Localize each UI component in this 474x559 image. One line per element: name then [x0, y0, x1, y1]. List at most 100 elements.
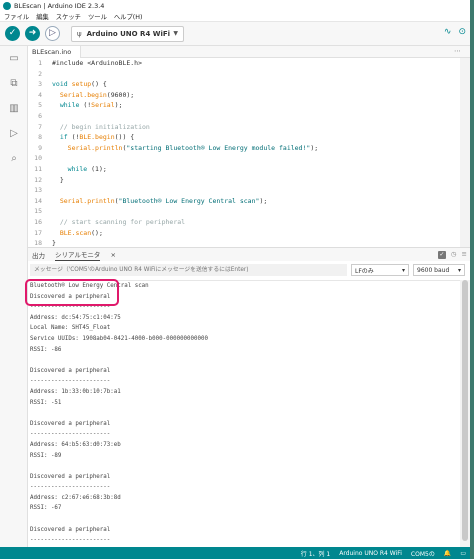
debug-sidebar-icon[interactable]: ▷ — [0, 121, 28, 146]
search-icon[interactable]: ⌕ — [0, 146, 28, 171]
code-token: (1); — [87, 164, 107, 173]
menu-sketch[interactable]: スケッチ — [56, 12, 81, 21]
code-text: Serial.println("starting Bluetooth® Low … — [52, 143, 318, 154]
scrollbar-thumb[interactable] — [462, 280, 468, 541]
code-token: Serial.println — [59, 196, 115, 205]
line-number: 8 — [38, 133, 42, 142]
code-token: () { — [91, 80, 107, 89]
line-number: 13 — [34, 186, 42, 195]
folder-icon[interactable]: ▭ — [0, 46, 28, 71]
status-board: Arduino UNO R4 WiFi — [339, 549, 402, 557]
serial-line — [30, 514, 460, 525]
line-number: 7 — [38, 122, 42, 131]
code-token: // start scanning for peripheral — [52, 217, 186, 226]
serial-plotter-icon[interactable]: ∿ — [444, 27, 452, 37]
serial-line: Address: c2:67:e6:68:3b:8d — [30, 494, 121, 501]
code-token: "starting Bluetooth® Low Energy module f… — [126, 143, 311, 152]
code-editor[interactable]: 1 #include <ArduinoBLE.h> 2 3 void setup() {… — [28, 58, 460, 247]
code-line: 9 Serial.println("starting Bluetooth® Lo… — [28, 143, 460, 154]
serial-scrollbar[interactable] — [460, 280, 470, 547]
debug-button[interactable]: ▷ — [45, 26, 60, 41]
code-text: Serial.println("Bluetooth® Low Energy Ce… — [52, 196, 267, 207]
code-token: } — [52, 239, 56, 247]
code-line: 12 } — [28, 175, 460, 186]
code-token: (! — [67, 133, 80, 142]
toolbar: ✓ ➜ ▷ ψ Arduino UNO R4 WiFi ▼ ∿ ⊙ — [0, 22, 470, 46]
code-token: setup — [71, 80, 92, 89]
tab-serial-monitor[interactable]: シリアルモニタ — [55, 249, 101, 261]
code-token: "Bluetooth® Low Energy Central scan" — [118, 196, 260, 205]
panel-toggle-icon[interactable]: ▭ — [460, 550, 466, 557]
code-text: BLE.scan(); — [52, 228, 103, 239]
code-text: // begin initialization — [52, 122, 150, 133]
line-number: 5 — [38, 101, 42, 110]
baud-rate-select[interactable]: 9600 baud ▾ — [413, 264, 465, 276]
code-token: ); — [259, 196, 268, 205]
code-text: #include <ArduinoBLE.h> — [52, 58, 142, 69]
chevron-down-icon: ▼ — [173, 30, 178, 37]
window-title: BLEscan | Arduino IDE 2.3.4 — [14, 2, 105, 10]
library-icon[interactable]: ▥ — [0, 96, 28, 121]
code-line: 18} — [28, 238, 460, 247]
upload-button[interactable]: ➜ — [25, 26, 40, 41]
serial-line — [30, 461, 460, 472]
code-line: 16 // start scanning for peripheral — [28, 217, 460, 228]
code-token: while — [59, 101, 80, 110]
serial-line: ----------------------- — [30, 537, 111, 544]
serial-line: RSSI: -67 — [30, 505, 62, 512]
cursor-position: 行 1、列 1 — [300, 550, 331, 558]
code-line: 4 Serial.begin(9600); — [28, 90, 460, 101]
code-line: 2 — [28, 69, 460, 80]
code-text: if (!BLE.begin()) { — [52, 132, 134, 143]
autoscroll-icon[interactable]: ✓ — [437, 251, 446, 259]
line-number: 14 — [34, 196, 42, 205]
code-token: Serial.begin — [59, 90, 107, 99]
serial-line: Discovered a peripheral — [30, 526, 111, 533]
serial-line: ----------------------- — [30, 484, 111, 491]
code-token: Serial.println — [67, 143, 123, 152]
menu-tools[interactable]: ツール — [88, 12, 107, 21]
serial-message-input[interactable] — [30, 264, 347, 276]
serial-line: ----------------------- — [30, 378, 111, 385]
verify-button[interactable]: ✓ — [5, 26, 20, 41]
code-line: 11 while (1); — [28, 164, 460, 175]
check-icon: ✓ — [8, 28, 17, 38]
code-token: BLE.begin — [79, 133, 115, 142]
code-token: #include <ArduinoBLE.h> — [52, 59, 143, 67]
tab-output[interactable]: 出力 — [32, 250, 45, 260]
chevron-down-icon: ▾ — [401, 266, 405, 274]
line-ending-select[interactable]: LFのみ ▾ — [351, 264, 409, 276]
code-token: if — [59, 133, 68, 142]
serial-line: Address: dc:54:75:c1:04:75 — [30, 314, 121, 321]
code-token: (9600); — [106, 90, 135, 99]
boards-manager-icon[interactable]: ⧉ — [0, 71, 28, 96]
clear-output-icon[interactable]: ≡ — [462, 250, 467, 259]
more-icon[interactable]: ⋯ — [454, 47, 461, 55]
menu-edit[interactable]: 編集 — [36, 12, 49, 21]
code-token: ); — [310, 143, 319, 152]
code-line: 14 Serial.println("Bluetooth® Low Energy… — [28, 196, 460, 207]
tab-blescan[interactable]: BLEscan.ino — [28, 46, 82, 58]
code-line: 3 void setup() { — [28, 79, 460, 90]
serial-monitor-icon[interactable]: ⊙ — [458, 27, 466, 37]
menu-help[interactable]: ヘルプ(H) — [114, 12, 143, 21]
notification-icon[interactable]: 🔔 — [444, 550, 451, 557]
code-token: Serial — [91, 101, 115, 110]
line-number: 6 — [38, 111, 42, 120]
timestamp-icon[interactable]: ◷ — [451, 250, 457, 259]
serial-line: Discovered a peripheral — [30, 367, 111, 374]
ide-window: BLEscan | Arduino IDE 2.3.4 ファイル 編集 スケッチ… — [0, 0, 470, 559]
chevron-down-icon: ▾ — [457, 266, 461, 274]
serial-monitor-close-icon[interactable]: × — [110, 251, 115, 259]
menu-file[interactable]: ファイル — [4, 12, 29, 21]
board-selector[interactable]: ψ Arduino UNO R4 WiFi ▼ — [71, 25, 184, 42]
editor-scrollbar[interactable] — [460, 58, 470, 247]
code-token: } — [52, 175, 64, 184]
status-bar: 行 1、列 1 Arduino UNO R4 WiFi COM5の 🔔 ▭ — [0, 547, 470, 559]
code-text: Serial.begin(9600); — [52, 90, 134, 101]
serial-line: RSSI: -89 — [30, 452, 62, 459]
line-number: 9 — [38, 143, 42, 152]
